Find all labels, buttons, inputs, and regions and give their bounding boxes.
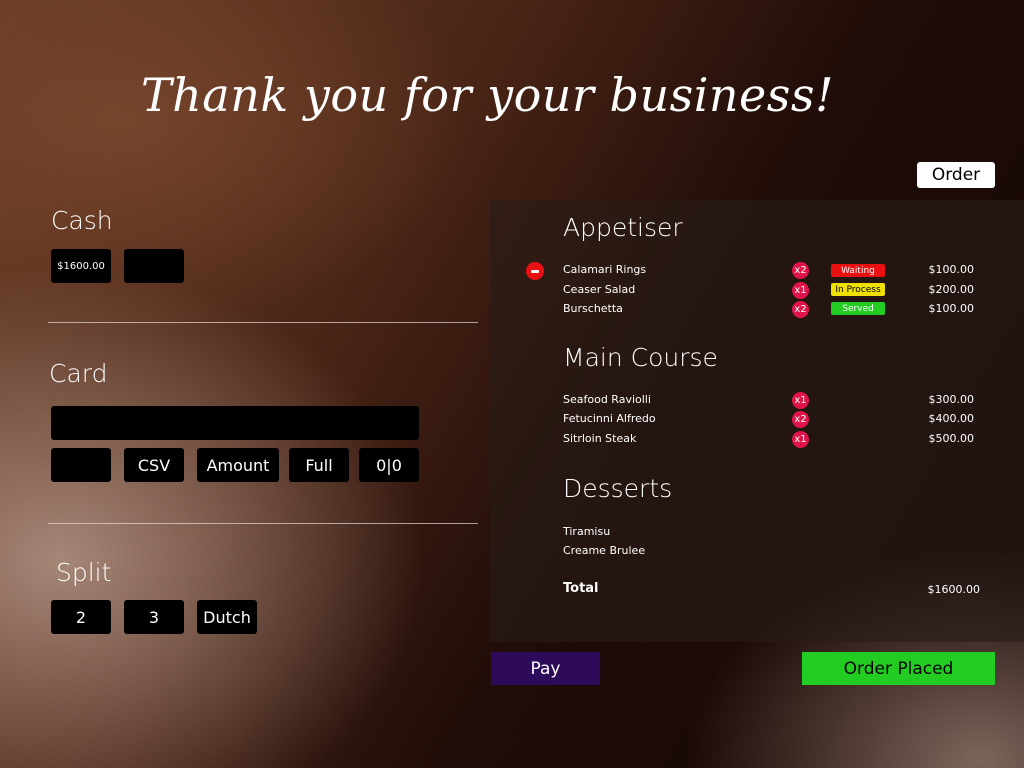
item-price: $500.00 [928, 432, 975, 445]
item-name: Fetucinni Alfredo [563, 412, 656, 425]
item-name: Seafood Raviolli [563, 393, 651, 406]
card-label: Card [49, 359, 108, 388]
page-title: Thank you for your business! [141, 68, 834, 122]
quantity-badge[interactable]: x1 [792, 392, 809, 409]
category-main-course: Main Course [563, 343, 718, 372]
card-number-field[interactable] [51, 406, 419, 440]
category-appetiser: Appetiser [563, 213, 683, 242]
item-price: $100.00 [928, 302, 975, 315]
order-tab[interactable]: Order [917, 162, 995, 188]
cash-amount-field[interactable]: $1600.00 [51, 249, 111, 283]
item-name: Creame Brulee [563, 544, 646, 557]
item-price: $100.00 [928, 263, 975, 276]
card-amount-field[interactable]: Amount [197, 448, 279, 482]
quantity-badge[interactable]: x2 [792, 301, 809, 318]
remove-item-icon[interactable] [526, 262, 544, 280]
split-dutch-button[interactable]: Dutch [197, 600, 257, 634]
minus-icon [531, 269, 539, 273]
total-amount: $1600.00 [927, 583, 981, 596]
total-label: Total [563, 581, 599, 596]
item-name: Tiramisu [563, 525, 611, 538]
card-csv-field[interactable]: CSV [124, 448, 184, 482]
item-price: $200.00 [928, 283, 975, 296]
quantity-badge[interactable]: x1 [792, 282, 809, 299]
cash-label: Cash [51, 206, 113, 235]
divider [48, 322, 478, 323]
split-label: Split [56, 558, 112, 587]
item-price: $300.00 [928, 393, 975, 406]
order-placed-button[interactable]: Order Placed [802, 652, 995, 685]
status-badge: Waiting [831, 264, 885, 277]
split-2-button[interactable]: 2 [51, 600, 111, 634]
divider [48, 523, 478, 524]
item-name: Sitrloin Steak [563, 432, 637, 445]
quantity-badge[interactable]: x1 [792, 431, 809, 448]
quantity-badge[interactable]: x2 [792, 262, 809, 279]
status-badge: Served [831, 302, 885, 315]
quantity-badge[interactable]: x2 [792, 411, 809, 428]
card-expiry-field[interactable] [51, 448, 111, 482]
category-desserts: Desserts [563, 474, 673, 503]
pay-button[interactable]: Pay [491, 652, 600, 685]
card-split-counter[interactable]: 0|0 [359, 448, 419, 482]
item-name: Ceaser Salad [563, 283, 636, 296]
split-3-button[interactable]: 3 [124, 600, 184, 634]
item-name: Burschetta [563, 302, 623, 315]
cash-tendered-field[interactable] [124, 249, 184, 283]
card-full-button[interactable]: Full [289, 448, 349, 482]
item-name: Calamari Rings [563, 263, 647, 276]
status-badge: In Process [831, 283, 885, 296]
item-price: $400.00 [928, 412, 975, 425]
